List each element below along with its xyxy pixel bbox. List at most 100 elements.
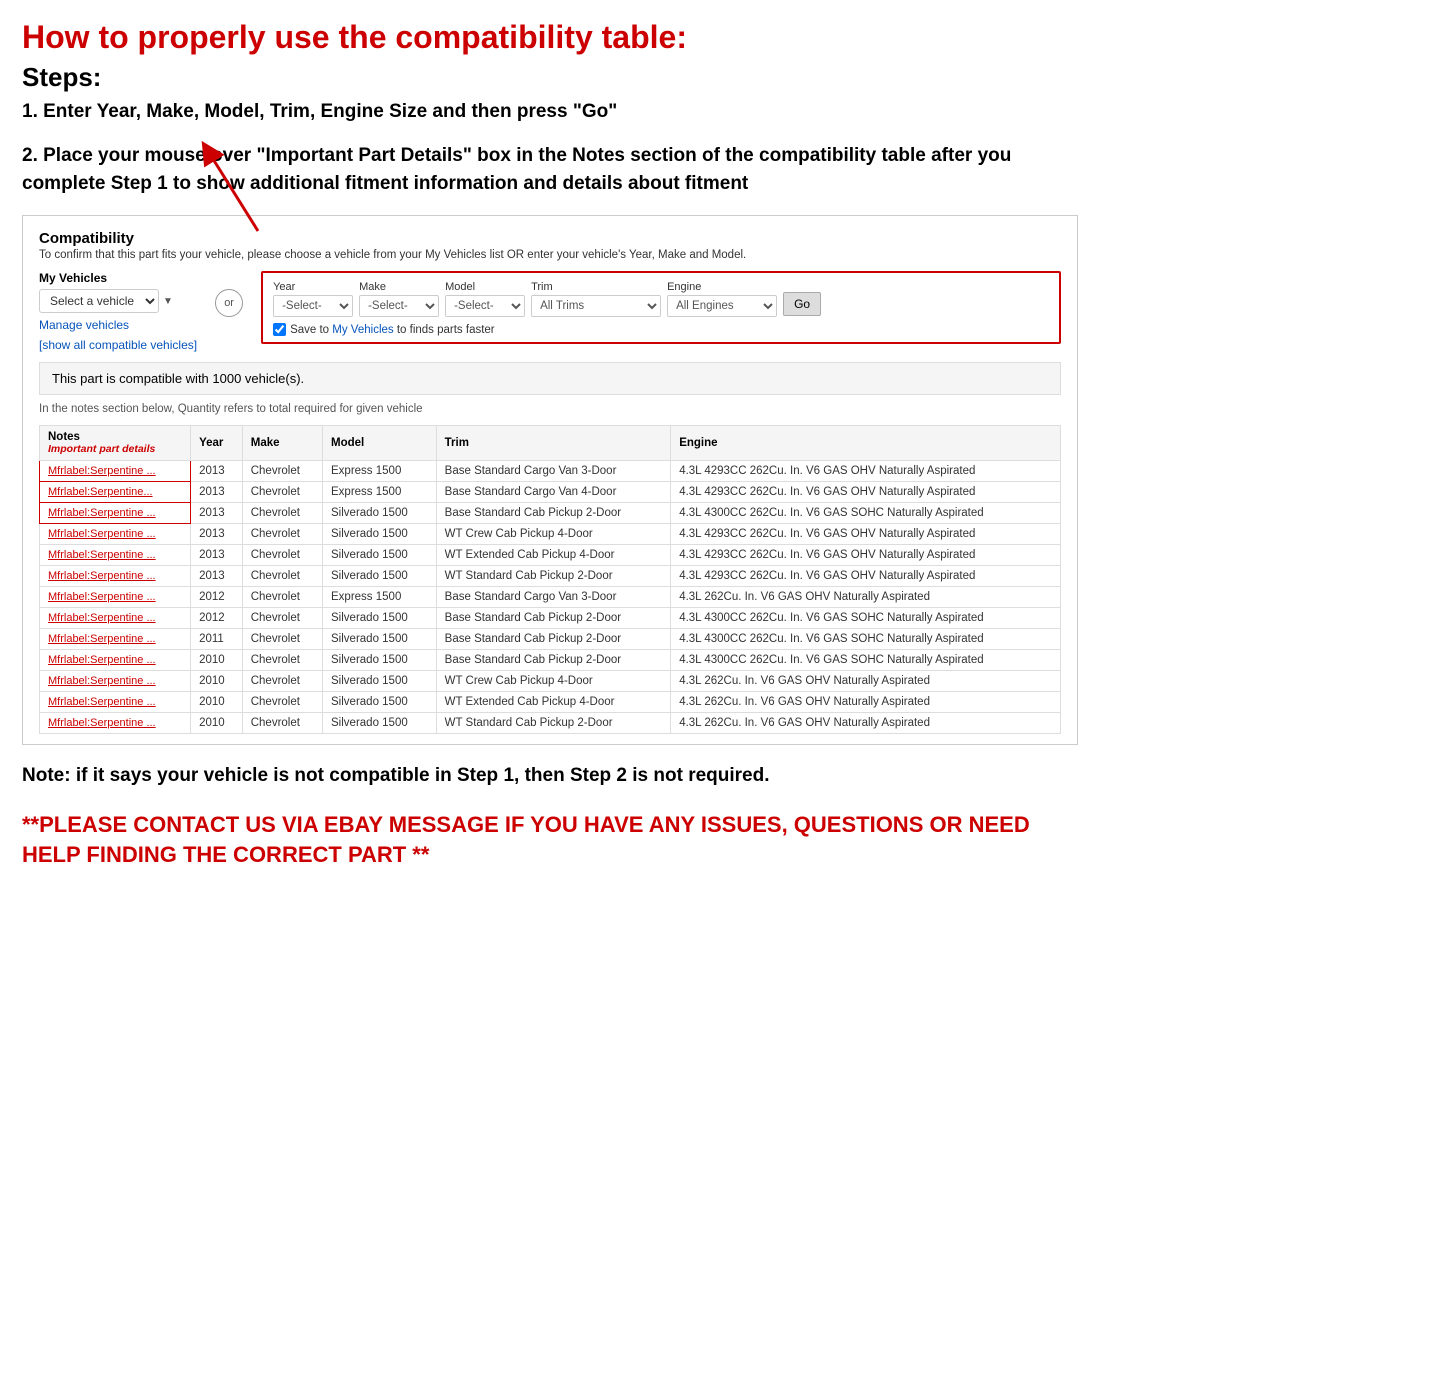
- notes-cell-6[interactable]: Mfrlabel:Serpentine ...: [48, 591, 156, 603]
- notes-cell-7[interactable]: Mfrlabel:Serpentine ...: [48, 612, 156, 624]
- compat-message: This part is compatible with 1000 vehicl…: [39, 362, 1061, 395]
- td-notes[interactable]: Mfrlabel:Serpentine ...: [40, 608, 191, 629]
- td-notes[interactable]: Mfrlabel:Serpentine ...: [40, 566, 191, 587]
- td-model: Express 1500: [323, 587, 437, 608]
- td-notes[interactable]: Mfrlabel:Serpentine ...: [40, 545, 191, 566]
- trim-select[interactable]: All Trims: [531, 295, 661, 317]
- make-field: Make -Select-: [359, 281, 439, 317]
- ymm-row: Year -Select- Make -Select- Model -Selec…: [273, 281, 1049, 317]
- td-trim: WT Standard Cab Pickup 2-Door: [436, 566, 671, 587]
- td-notes[interactable]: Mfrlabel:Serpentine ...: [40, 503, 191, 524]
- save-label: Save to My Vehicles to finds parts faste…: [290, 324, 495, 336]
- show-all-link[interactable]: [show all compatible vehicles]: [39, 338, 197, 352]
- or-circle: or: [215, 289, 243, 317]
- td-make: Chevrolet: [242, 692, 322, 713]
- th-trim: Trim: [436, 426, 671, 461]
- td-notes[interactable]: Mfrlabel:Serpentine ...: [40, 524, 191, 545]
- td-trim: Base Standard Cab Pickup 2-Door: [436, 650, 671, 671]
- notes-cell-4[interactable]: Mfrlabel:Serpentine ...: [48, 549, 156, 561]
- table-row: Mfrlabel:Serpentine ... 2010 Chevrolet S…: [40, 692, 1061, 713]
- table-row: Mfrlabel:Serpentine ... 2012 Chevrolet S…: [40, 608, 1061, 629]
- td-trim: WT Standard Cab Pickup 2-Door: [436, 713, 671, 734]
- td-trim: Base Standard Cab Pickup 2-Door: [436, 629, 671, 650]
- manage-vehicles-link[interactable]: Manage vehicles: [39, 318, 197, 332]
- table-row: Mfrlabel:Serpentine ... 2013 Chevrolet S…: [40, 566, 1061, 587]
- td-engine: 4.3L 4293CC 262Cu. In. V6 GAS OHV Natura…: [671, 545, 1061, 566]
- td-notes[interactable]: Mfrlabel:Serpentine ...: [40, 629, 191, 650]
- td-notes[interactable]: Mfrlabel:Serpentine ...: [40, 713, 191, 734]
- td-make: Chevrolet: [242, 545, 322, 566]
- notes-cell-12[interactable]: Mfrlabel:Serpentine ...: [48, 717, 156, 729]
- compat-note: In the notes section below, Quantity ref…: [39, 403, 1061, 415]
- note-section: Note: if it says your vehicle is not com…: [22, 763, 1078, 790]
- td-notes[interactable]: Mfrlabel:Serpentine ...: [40, 692, 191, 713]
- notes-cell-1[interactable]: Mfrlabel:Serpentine...: [48, 486, 153, 498]
- make-label: Make: [359, 281, 439, 293]
- td-year: 2013: [191, 482, 243, 503]
- td-trim: WT Extended Cab Pickup 4-Door: [436, 692, 671, 713]
- main-title: How to properly use the compatibility ta…: [22, 18, 1078, 56]
- td-trim: Base Standard Cargo Van 4-Door: [436, 482, 671, 503]
- notes-cell-11[interactable]: Mfrlabel:Serpentine ...: [48, 696, 156, 708]
- ymm-form: Year -Select- Make -Select- Model -Selec…: [261, 271, 1061, 344]
- td-trim: Base Standard Cargo Van 3-Door: [436, 461, 671, 482]
- notes-cell-2[interactable]: Mfrlabel:Serpentine ...: [48, 507, 156, 519]
- table-row: Mfrlabel:Serpentine ... 2013 Chevrolet S…: [40, 545, 1061, 566]
- compat-top-row: My Vehicles Select a vehicle ▼ Manage ve…: [39, 271, 1061, 352]
- model-select[interactable]: -Select-: [445, 295, 525, 317]
- td-trim: WT Crew Cab Pickup 4-Door: [436, 671, 671, 692]
- td-year: 2010: [191, 713, 243, 734]
- td-notes[interactable]: Mfrlabel:Serpentine ...: [40, 671, 191, 692]
- td-model: Silverado 1500: [323, 608, 437, 629]
- td-model: Silverado 1500: [323, 713, 437, 734]
- th-notes-label: Notes: [48, 431, 80, 443]
- td-make: Chevrolet: [242, 629, 322, 650]
- td-model: Silverado 1500: [323, 692, 437, 713]
- td-year: 2013: [191, 503, 243, 524]
- year-select[interactable]: -Select-: [273, 295, 353, 317]
- td-engine: 4.3L 262Cu. In. V6 GAS OHV Naturally Asp…: [671, 713, 1061, 734]
- make-select[interactable]: -Select-: [359, 295, 439, 317]
- engine-select[interactable]: All Engines: [667, 295, 777, 317]
- td-engine: 4.3L 4293CC 262Cu. In. V6 GAS OHV Natura…: [671, 524, 1061, 545]
- td-year: 2010: [191, 692, 243, 713]
- td-year: 2012: [191, 587, 243, 608]
- go-button[interactable]: Go: [783, 292, 821, 316]
- trim-field: Trim All Trims: [531, 281, 661, 317]
- td-notes[interactable]: Mfrlabel:Serpentine ...: [40, 461, 191, 482]
- td-make: Chevrolet: [242, 608, 322, 629]
- td-model: Silverado 1500: [323, 545, 437, 566]
- compat-subtitle: To confirm that this part fits your vehi…: [39, 249, 1061, 261]
- notes-cell-8[interactable]: Mfrlabel:Serpentine ...: [48, 633, 156, 645]
- notes-cell-9[interactable]: Mfrlabel:Serpentine ...: [48, 654, 156, 666]
- th-notes: Notes Important part details: [40, 426, 191, 461]
- notes-cell-3[interactable]: Mfrlabel:Serpentine ...: [48, 528, 156, 540]
- td-year: 2013: [191, 524, 243, 545]
- model-field: Model -Select-: [445, 281, 525, 317]
- select-vehicle-dropdown[interactable]: Select a vehicle: [39, 289, 159, 313]
- notes-cell-0[interactable]: Mfrlabel:Serpentine ...: [48, 465, 156, 477]
- arrow-icon: [178, 136, 308, 236]
- notes-cell-5[interactable]: Mfrlabel:Serpentine ...: [48, 570, 156, 582]
- td-model: Express 1500: [323, 482, 437, 503]
- td-notes[interactable]: Mfrlabel:Serpentine ...: [40, 650, 191, 671]
- td-notes[interactable]: Mfrlabel:Serpentine...: [40, 482, 191, 503]
- table-row: Mfrlabel:Serpentine ... 2010 Chevrolet S…: [40, 713, 1061, 734]
- td-engine: 4.3L 4300CC 262Cu. In. V6 GAS SOHC Natur…: [671, 650, 1061, 671]
- td-make: Chevrolet: [242, 587, 322, 608]
- steps-heading: Steps:: [22, 62, 1078, 93]
- table-row: Mfrlabel:Serpentine ... 2010 Chevrolet S…: [40, 650, 1061, 671]
- step1-text: 1. Enter Year, Make, Model, Trim, Engine…: [22, 99, 1078, 126]
- td-notes[interactable]: Mfrlabel:Serpentine ...: [40, 587, 191, 608]
- table-row: Mfrlabel:Serpentine ... 2011 Chevrolet S…: [40, 629, 1061, 650]
- td-trim: WT Extended Cab Pickup 4-Door: [436, 545, 671, 566]
- th-notes-sub: Important part details: [48, 443, 155, 455]
- td-make: Chevrolet: [242, 461, 322, 482]
- td-engine: 4.3L 262Cu. In. V6 GAS OHV Naturally Asp…: [671, 692, 1061, 713]
- notes-cell-10[interactable]: Mfrlabel:Serpentine ...: [48, 675, 156, 687]
- my-vehicles-link[interactable]: My Vehicles: [332, 324, 393, 336]
- td-model: Silverado 1500: [323, 503, 437, 524]
- dropdown-arrow-icon: ▼: [163, 296, 173, 307]
- table-row: Mfrlabel:Serpentine ... 2013 Chevrolet S…: [40, 503, 1061, 524]
- save-checkbox[interactable]: [273, 323, 286, 336]
